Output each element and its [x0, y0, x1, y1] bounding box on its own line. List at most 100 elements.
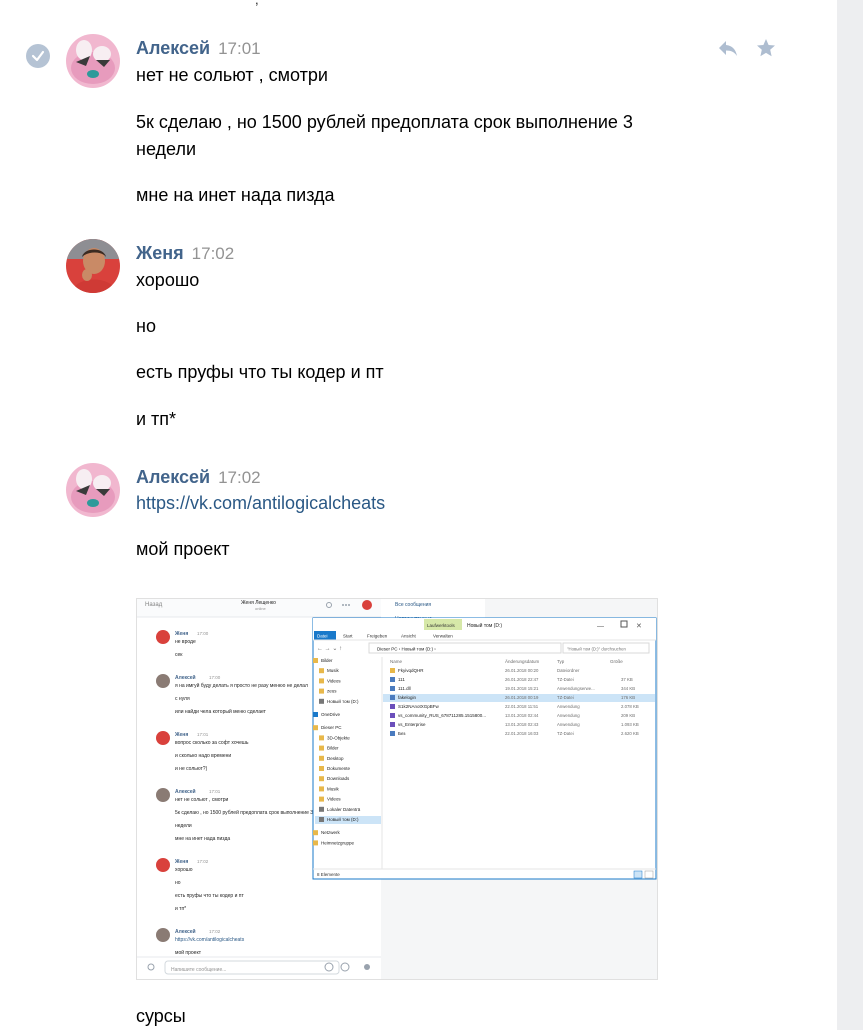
explorer-nav-item: Downloads: [327, 776, 350, 781]
explorer-nav-icon: [319, 745, 324, 751]
explorer-file-date: 22.01.2018 16:03: [505, 731, 539, 736]
shot-avatar: [156, 858, 170, 872]
explorer-file-name: fakelogin: [398, 695, 417, 700]
avatar[interactable]: [66, 34, 120, 88]
message-text: сурсы: [136, 1006, 186, 1026]
message-header: Женя 17:02: [136, 243, 234, 264]
message-text: мой проект: [136, 539, 230, 559]
previous-message-fragment: ,: [255, 0, 259, 7]
shot-author: Алексей: [175, 788, 196, 795]
avatar[interactable]: [66, 239, 120, 293]
shot-author: Женя: [174, 859, 188, 865]
explorer-path: Dieser PC › Новый том (D:) ›: [377, 646, 436, 652]
explorer-file-name: FkyivqdQHR: [398, 668, 424, 673]
explorer-column-header: Größe: [610, 659, 623, 664]
shot-back-link: Назад: [145, 602, 163, 608]
chat-history: , Алексей17:01 нет не сольют , смотри 5к: [0, 0, 837, 1030]
message-time[interactable]: 17:01: [218, 39, 261, 58]
shot-contact-status: online: [255, 606, 266, 611]
shot-message-line: не вроде: [175, 639, 196, 645]
reply-icon[interactable]: [716, 36, 740, 60]
explorer-ribbon-tab: Freigeben: [367, 634, 388, 639]
explorer-nav-icon: [319, 678, 324, 684]
explorer-file-date: 26.01.2018 22:47: [505, 677, 539, 682]
explorer-file-size: 176 KB: [621, 695, 635, 700]
shot-message-line: мой проект: [175, 949, 202, 956]
shot-message-line: вопрос сколько за софт хочешь: [175, 740, 249, 746]
attached-image[interactable]: Назад Женя Лещенко online Все сообщения …: [136, 598, 658, 980]
explorer-column-header: Typ: [557, 659, 565, 664]
shot-author: Алексей: [175, 928, 196, 935]
shot-time: 17:01: [197, 732, 209, 737]
author-name[interactable]: Алексей: [136, 467, 210, 487]
explorer-nav-item: zeus: [327, 689, 337, 694]
explorer-file-type: Anwendung: [557, 722, 580, 727]
star-icon[interactable]: [754, 36, 778, 60]
message-text: хорошо: [136, 270, 200, 290]
shot-time: 17:01: [209, 789, 221, 794]
shot-message-line: я на имгуй буду делать я просто не разу …: [175, 682, 308, 689]
explorer-nav-item: Desktop: [327, 756, 344, 761]
shot-time: 17:02: [209, 929, 221, 934]
explorer-file-date: 22.01.2018 11:51: [505, 704, 539, 709]
shot-avatar: [156, 928, 170, 942]
shot-time: 17:00: [197, 631, 209, 636]
svg-text:—: —: [597, 623, 604, 630]
explorer-nav-item: Videos: [327, 797, 341, 802]
explorer-file-icon: [390, 668, 395, 673]
explorer-status: 8 Elemente: [317, 872, 340, 877]
explorer-ribbon-tab: Datei: [317, 634, 328, 639]
explorer-file-icon: [390, 704, 395, 709]
explorer-file-size: 2.078 KB: [621, 704, 639, 709]
message-text: и тп*: [136, 409, 177, 429]
author-name[interactable]: Алексей: [136, 38, 210, 58]
author-name[interactable]: Женя: [136, 243, 184, 263]
shot-avatar: [156, 731, 170, 745]
message-text: но: [136, 316, 156, 336]
explorer-file-size: 209 KB: [621, 713, 635, 718]
shot-message-line: хорошо: [175, 867, 193, 873]
explorer-nav-item: Heimnetzgruppe: [321, 840, 355, 845]
shot-author: Алексей: [175, 674, 196, 681]
explorer-file-type: Anwendung: [557, 704, 580, 709]
explorer-file-size: 1.093 KB: [621, 722, 639, 727]
explorer-nav-item: Новый том (D:): [327, 698, 359, 704]
shot-avatar: [156, 788, 170, 802]
explorer-file-name: S1k2NAnotXGpBFw: [398, 704, 440, 709]
message-time[interactable]: 17:02: [218, 468, 261, 487]
message-time[interactable]: 17:02: [192, 244, 235, 263]
message-header: Алексей 17:02: [136, 467, 261, 488]
shot-all-messages: Все сообщения: [395, 602, 431, 608]
explorer-tools-tab: Laufwerktools: [427, 623, 456, 628]
explorer-nav-icon: [319, 668, 324, 674]
message-link[interactable]: https://vk.com/antilogicalcheats: [136, 490, 696, 517]
explorer-nav-icon: [319, 776, 324, 782]
shot-message-line: и тп*: [175, 906, 186, 912]
explorer-nav-item: Dokumente: [327, 766, 351, 771]
shot-message-line: и не сольют?): [175, 766, 208, 772]
explorer-nav-item: Netzwerk: [321, 830, 341, 835]
explorer-file-type: Dateiordner: [557, 668, 580, 673]
shot-author: Женя: [174, 631, 188, 637]
explorer-file-type: TZ-Datei: [557, 695, 574, 700]
selected-check-icon[interactable]: [26, 44, 50, 68]
explorer-nav-icon: [313, 712, 318, 717]
explorer-nav-icon: [319, 796, 324, 802]
explorer-file-icon: [390, 722, 395, 727]
explorer-ribbon-tab: Start: [343, 634, 353, 639]
explorer-file-icon: [390, 713, 395, 718]
explorer-nav-icon: [313, 830, 318, 836]
explorer-ribbon-tab: Ansicht: [401, 634, 417, 639]
explorer-file-name: Без: [398, 731, 405, 736]
message-actions: [716, 36, 778, 60]
explorer-file-type: Anwendung: [557, 713, 580, 718]
shot-author: Женя: [174, 732, 188, 738]
shot-avatar: [156, 674, 170, 688]
explorer-search: "Новый том (D:)" durchsuchen: [567, 647, 627, 652]
explorer-nav-icon: [319, 755, 324, 761]
message-text: 5к сделаю , но 1500 рублей предоплата ср…: [136, 112, 633, 132]
avatar[interactable]: [66, 463, 120, 517]
explorer-file-date: 26.01.2018 00:19: [505, 695, 539, 700]
explorer-file-name: vs_Enterprise: [398, 722, 426, 727]
explorer-file-name: 111.dll: [398, 686, 411, 691]
